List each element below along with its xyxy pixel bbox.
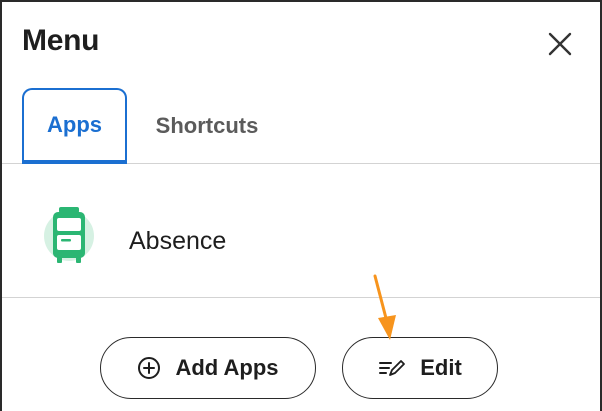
tab-bar: Apps Shortcuts — [2, 84, 600, 164]
menu-title: Menu — [22, 24, 100, 57]
tab-apps[interactable]: Apps — [22, 88, 127, 164]
close-icon — [548, 32, 572, 56]
add-apps-button[interactable]: Add Apps — [100, 337, 316, 399]
close-button[interactable] — [538, 22, 582, 66]
edit-button[interactable]: Edit — [342, 337, 498, 399]
luggage-icon — [38, 205, 100, 267]
app-item-absence[interactable]: Absence — [2, 165, 600, 298]
menu-header: Menu — [2, 2, 600, 84]
app-label: Absence — [129, 227, 227, 255]
edit-label: Edit — [420, 355, 462, 380]
tab-shortcuts[interactable]: Shortcuts — [142, 88, 272, 164]
plus-circle-icon — [137, 356, 161, 380]
edit-list-icon — [378, 357, 406, 379]
add-apps-label: Add Apps — [175, 355, 279, 380]
